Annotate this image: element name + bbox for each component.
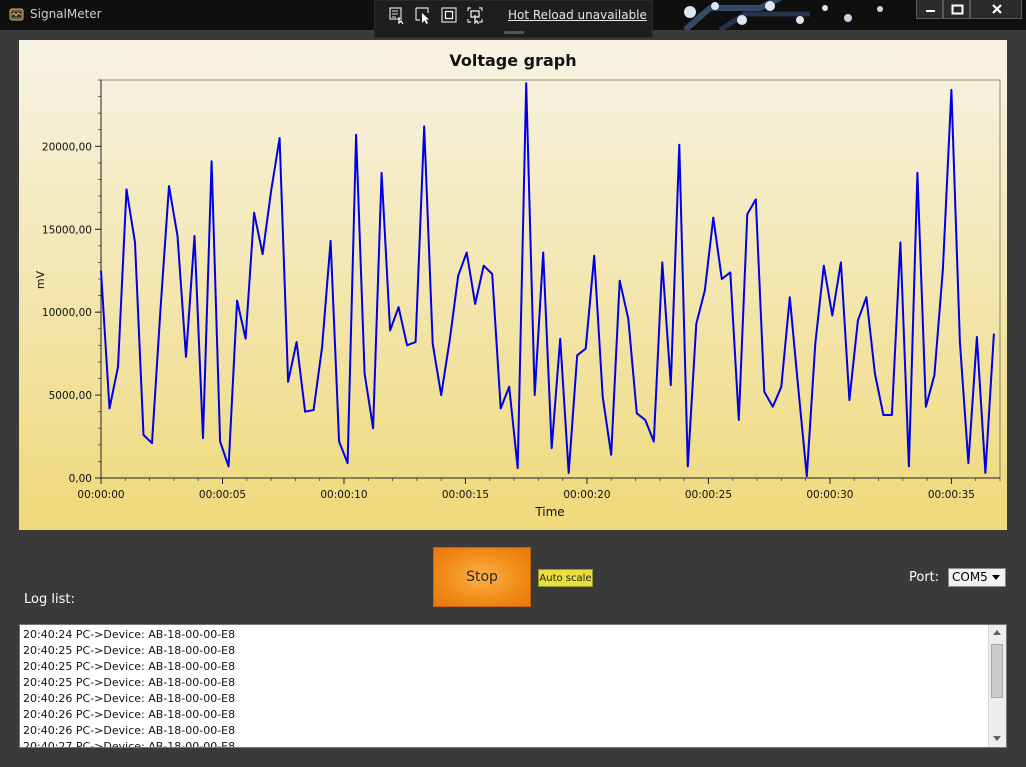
x-tick-label: 00:00:05 [199, 489, 246, 501]
x-tick-label: 00:00:15 [442, 489, 489, 501]
window-controls [916, 0, 1022, 19]
select-element-icon[interactable] [414, 6, 432, 24]
y-axis-label: mV [34, 270, 47, 289]
scroll-up-arrow-icon[interactable] [993, 630, 1001, 635]
x-tick-label: 00:00:10 [320, 489, 367, 501]
toolbar-collapse-handle[interactable] [504, 31, 524, 34]
voltage-chart-panel: 0,00 5000,00 10000,00 15000,00 20000,00 00:00… [19, 40, 1007, 530]
live-visual-tree-icon[interactable] [388, 6, 406, 24]
log-entry[interactable]: 20:40:25 PC->Device: AB-18-00-00-E8 [23, 659, 235, 675]
log-entry[interactable]: 20:40:26 PC->Device: AB-18-00-00-E8 [23, 707, 235, 723]
log-entry[interactable]: 20:40:24 PC->Device: AB-18-00-00-E8 [23, 627, 235, 643]
log-lines: 20:40:24 PC->Device: AB-18-00-00-E8 20:4… [23, 627, 235, 747]
log-entry[interactable]: 20:40:27 PC->Device: AB-18-00-00-E8 [23, 739, 235, 747]
port-select[interactable]: COM5 [948, 568, 1006, 587]
y-tick-label: 20000,00 [42, 141, 92, 153]
close-button[interactable] [970, 0, 1022, 19]
log-list-label: Log list: [24, 592, 75, 607]
runtime-debug-toolbar: Hot Reload unavailable [374, 0, 653, 38]
voltage-series-line [100, 82, 995, 478]
scroll-thumb[interactable] [991, 644, 1003, 698]
signal-meter-icon [9, 8, 24, 21]
auto-scale-button[interactable]: Auto scale [538, 569, 593, 587]
decorative-circuit-graphic [683, 0, 883, 30]
minimize-button[interactable] [916, 0, 943, 19]
x-tick-label: 00:00:00 [77, 489, 124, 501]
log-list[interactable]: 20:40:24 PC->Device: AB-18-00-00-E8 20:4… [19, 624, 1007, 748]
display-layout-adorners-icon[interactable] [440, 6, 458, 24]
log-entry[interactable]: 20:40:26 PC->Device: AB-18-00-00-E8 [23, 691, 235, 707]
track-focused-element-icon[interactable] [466, 6, 484, 24]
app-title: SignalMeter [30, 7, 102, 21]
stop-button[interactable]: Stop [433, 547, 531, 607]
port-label: Port: [909, 570, 940, 585]
maximize-button[interactable] [943, 0, 970, 19]
y-tick-label: 5000,00 [49, 390, 92, 402]
log-entry[interactable]: 20:40:25 PC->Device: AB-18-00-00-E8 [23, 643, 235, 659]
y-tick-label: 15000,00 [42, 224, 92, 236]
chart-title: Voltage graph [449, 51, 577, 70]
close-icon [992, 4, 1002, 14]
x-axis-label: Time [534, 505, 564, 519]
x-tick-label: 00:00:30 [806, 489, 853, 501]
scroll-down-arrow-icon[interactable] [993, 736, 1001, 741]
minimize-icon [926, 10, 935, 12]
voltage-chart: 0,00 5000,00 10000,00 15000,00 20000,00 00:00… [34, 79, 1001, 519]
hot-reload-status-link[interactable]: Hot Reload unavailable [508, 8, 647, 22]
y-tick-label: 0,00 [69, 473, 92, 485]
log-scrollbar[interactable] [988, 625, 1006, 747]
maximize-icon [951, 4, 964, 15]
port-selected-value: COM5 [952, 570, 988, 584]
log-entry[interactable]: 20:40:25 PC->Device: AB-18-00-00-E8 [23, 675, 235, 691]
x-tick-label: 00:00:25 [685, 489, 732, 501]
log-entry[interactable]: 20:40:26 PC->Device: AB-18-00-00-E8 [23, 723, 235, 739]
x-tick-label: 00:00:35 [928, 489, 975, 501]
chevron-down-icon [992, 575, 1000, 580]
x-tick-label: 00:00:20 [563, 489, 610, 501]
app-window: SignalMeter Hot Reload unavailable 0,00 … [0, 0, 1026, 767]
y-tick-label: 10000,00 [42, 307, 92, 319]
